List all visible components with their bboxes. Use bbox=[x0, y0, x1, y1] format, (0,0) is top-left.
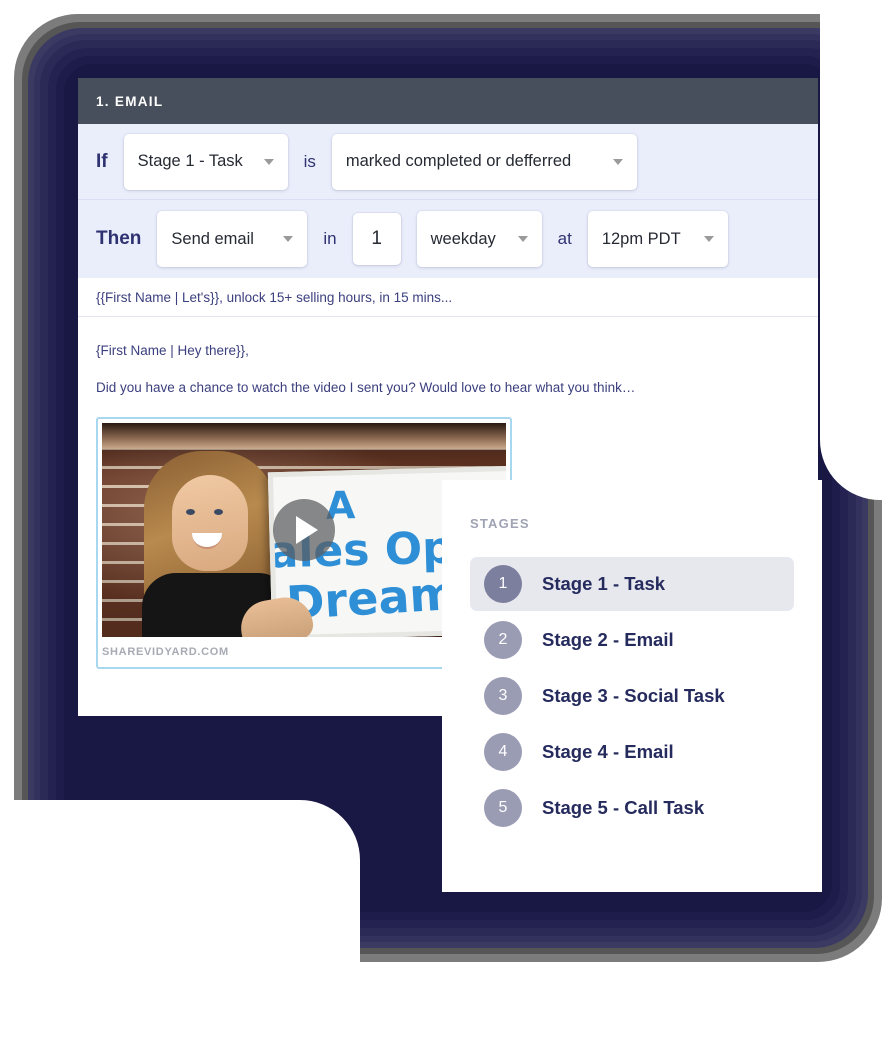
screenshot-stage: 1. EMAIL If Stage 1 - Task is marked com… bbox=[0, 0, 896, 1060]
sidebar-item-stage-3[interactable]: 3 Stage 3 - Social Task bbox=[470, 669, 794, 723]
stage-label: Stage 4 - Email bbox=[542, 741, 674, 762]
stage-select-value: Stage 1 - Task bbox=[137, 152, 243, 170]
stage-number-badge: 4 bbox=[484, 733, 522, 771]
sidebar-item-stage-2[interactable]: 2 Stage 2 - Email bbox=[470, 613, 794, 667]
stages-panel-title: STAGES bbox=[470, 516, 530, 531]
email-greeting: {First Name | Hey there}}, bbox=[96, 343, 249, 358]
ceiling-strip bbox=[102, 423, 506, 449]
sidebar-item-stage-1[interactable]: 1 Stage 1 - Task bbox=[470, 557, 794, 611]
person-face bbox=[172, 475, 248, 571]
stage-number-badge: 3 bbox=[484, 677, 522, 715]
chevron-down-icon bbox=[612, 158, 623, 165]
chevron-down-icon bbox=[283, 236, 294, 242]
in-connector-label: in bbox=[323, 229, 337, 248]
video-source-label: SHAREVIDYARD.COM bbox=[102, 646, 229, 658]
send-time-select[interactable]: 12pm PDT bbox=[587, 211, 728, 267]
then-action-row: Then Send email in 1 weekday at 12pm PDT bbox=[78, 200, 818, 278]
is-connector-label: is bbox=[303, 151, 316, 171]
email-subject-text: {{First Name | Let's}}, unlock 15+ selli… bbox=[96, 289, 453, 305]
stage-label: Stage 3 - Social Task bbox=[542, 685, 725, 706]
email-paragraph: Did you have a chance to watch the video… bbox=[96, 380, 636, 395]
card-header: 1. EMAIL bbox=[78, 78, 818, 124]
frame-cutout-top-right bbox=[820, 0, 896, 500]
action-select[interactable]: Send email bbox=[157, 211, 308, 267]
stages-panel: STAGES 1 Stage 1 - Task 2 Stage 2 - Emai… bbox=[442, 480, 822, 892]
condition-select-value: marked completed or defferred bbox=[345, 152, 572, 170]
email-subject-bar[interactable]: {{First Name | Let's}}, unlock 15+ selli… bbox=[78, 278, 818, 317]
play-button[interactable] bbox=[273, 499, 335, 561]
sidebar-item-stage-4[interactable]: 4 Stage 4 - Email bbox=[470, 725, 794, 779]
delay-value-input[interactable]: 1 bbox=[352, 213, 401, 265]
stage-number-badge: 1 bbox=[484, 565, 522, 603]
page-title: 1. EMAIL bbox=[96, 93, 164, 109]
stage-number-badge: 2 bbox=[484, 621, 522, 659]
frame-cutout-bottom-left bbox=[0, 800, 360, 1060]
condition-select[interactable]: marked completed or defferred bbox=[331, 133, 637, 190]
if-keyword-label: If bbox=[96, 150, 108, 172]
person-eye-left bbox=[186, 509, 195, 515]
person-eye-right bbox=[214, 509, 223, 515]
delay-unit-select[interactable]: weekday bbox=[416, 211, 542, 267]
then-keyword-label: Then bbox=[96, 228, 142, 249]
stage-select[interactable]: Stage 1 - Task bbox=[123, 133, 288, 190]
at-connector-label: at bbox=[557, 229, 572, 248]
if-condition-row: If Stage 1 - Task is marked completed or… bbox=[78, 124, 818, 199]
sidebar-item-stage-5[interactable]: 5 Stage 5 - Call Task bbox=[470, 781, 794, 835]
stage-label: Stage 5 - Call Task bbox=[542, 797, 705, 818]
stage-number-badge: 5 bbox=[484, 789, 522, 827]
stage-label: Stage 2 - Email bbox=[542, 629, 674, 650]
stage-label: Stage 1 - Task bbox=[542, 573, 666, 594]
chevron-down-icon bbox=[517, 236, 528, 242]
play-icon bbox=[296, 516, 318, 544]
delay-unit-value: weekday bbox=[430, 229, 496, 248]
chevron-down-icon bbox=[703, 236, 714, 242]
send-time-value: 12pm PDT bbox=[601, 229, 681, 248]
action-select-value: Send email bbox=[171, 229, 254, 248]
chevron-down-icon bbox=[263, 158, 274, 165]
